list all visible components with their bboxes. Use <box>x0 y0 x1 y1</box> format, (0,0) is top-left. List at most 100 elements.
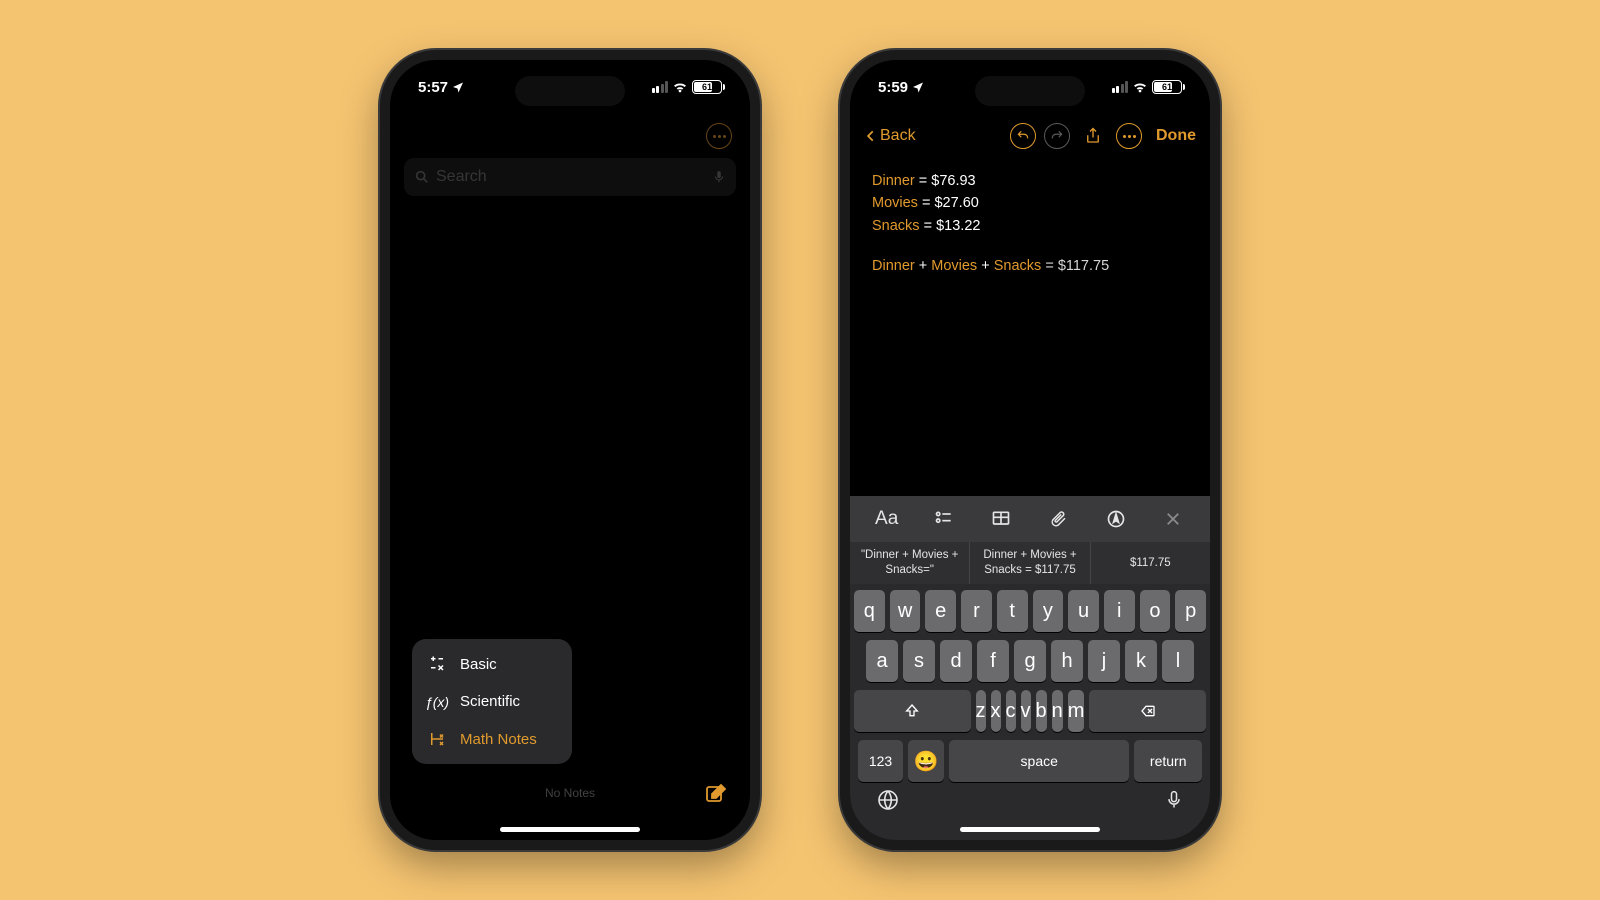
key-q[interactable]: q <box>854 590 885 632</box>
markup-button[interactable] <box>1100 509 1132 529</box>
keyboard: Aa "Dinner + Movies + Snacks=" <box>850 496 1210 840</box>
phone-left: 5:57 61 Sear <box>380 50 760 850</box>
more-options-button[interactable] <box>1116 123 1142 149</box>
menu-basic[interactable]: Basic <box>412 645 572 683</box>
numbers-key[interactable]: 123 <box>858 740 903 782</box>
clock-time: 5:59 <box>878 79 908 96</box>
battery-percent: 61 <box>1162 82 1172 92</box>
note-line: Snacks = $13.22 <box>872 215 1188 237</box>
dictation-key[interactable] <box>1164 788 1184 812</box>
phone-right: 5:59 61 Back <box>840 50 1220 850</box>
ellipsis-icon <box>713 135 726 138</box>
math-notes-icon <box>426 730 448 748</box>
key-e[interactable]: e <box>925 590 956 632</box>
note-content[interactable]: Dinner = $76.93 Movies = $27.60 Snacks =… <box>850 158 1210 290</box>
key-v[interactable]: v <box>1021 690 1031 732</box>
key-n[interactable]: n <box>1052 690 1063 732</box>
chevron-left-icon <box>864 127 878 145</box>
search-placeholder: Search <box>436 168 487 186</box>
key-y[interactable]: y <box>1033 590 1064 632</box>
calculator-mode-menu: Basic ƒ(x) Scientific Math Notes <box>412 639 572 764</box>
key-u[interactable]: u <box>1068 590 1099 632</box>
note-editor-screen: Back Done Dinner = $76.93 Movies = $27.6… <box>850 114 1210 840</box>
key-o[interactable]: o <box>1140 590 1171 632</box>
key-i[interactable]: i <box>1104 590 1135 632</box>
globe-key[interactable] <box>876 788 900 812</box>
key-h[interactable]: h <box>1051 640 1083 682</box>
undo-button[interactable] <box>1010 123 1036 149</box>
battery-percent: 61 <box>702 82 712 92</box>
key-l[interactable]: l <box>1162 640 1194 682</box>
status-left: 5:59 <box>878 79 924 96</box>
key-j[interactable]: j <box>1088 640 1120 682</box>
key-b[interactable]: b <box>1036 690 1047 732</box>
key-m[interactable]: m <box>1068 690 1085 732</box>
backspace-key[interactable] <box>1089 690 1206 732</box>
magnifier-icon <box>414 169 430 185</box>
key-c[interactable]: c <box>1006 690 1016 732</box>
attachment-button[interactable] <box>1043 509 1075 529</box>
home-indicator[interactable] <box>500 827 640 832</box>
suggestion-bar: "Dinner + Movies + Snacks=" Dinner + Mov… <box>850 542 1210 584</box>
note-line: Movies = $27.60 <box>872 192 1188 214</box>
menu-math-notes[interactable]: Math Notes <box>412 720 572 758</box>
status-right: 61 <box>1112 79 1183 95</box>
done-button[interactable]: Done <box>1156 127 1196 145</box>
emoji-key[interactable]: 😀 <box>908 740 944 782</box>
mic-icon[interactable] <box>712 170 726 184</box>
back-button[interactable]: Back <box>864 127 916 145</box>
key-p[interactable]: p <box>1175 590 1206 632</box>
keyboard-footer <box>850 786 1210 812</box>
no-notes-label: No Notes <box>390 786 750 800</box>
text-style-button[interactable]: Aa <box>871 508 903 530</box>
key-rows: qwertyuiop asdfghjkl zxcvbnm 123 😀 space… <box>850 584 1210 786</box>
shift-key[interactable] <box>854 690 971 732</box>
back-label: Back <box>880 127 916 145</box>
checklist-button[interactable] <box>928 509 960 529</box>
suggestion[interactable]: Dinner + Movies + Snacks = $117.75 <box>970 542 1090 584</box>
format-toolbar: Aa <box>850 496 1210 542</box>
signal-icon <box>652 81 669 93</box>
location-arrow-icon <box>452 81 464 93</box>
wifi-icon <box>1132 79 1148 95</box>
close-toolbar-button[interactable] <box>1157 510 1189 528</box>
search-container: Search <box>390 158 750 206</box>
dynamic-island <box>515 76 625 106</box>
key-z[interactable]: z <box>976 690 986 732</box>
key-w[interactable]: w <box>890 590 921 632</box>
share-button[interactable] <box>1078 121 1108 151</box>
status-left: 5:57 <box>418 79 464 96</box>
notes-list-screen: Search No Notes Basic ƒ(x) Scientific <box>390 114 750 840</box>
home-indicator[interactable] <box>960 827 1100 832</box>
space-key[interactable]: space <box>949 740 1129 782</box>
return-key[interactable]: return <box>1134 740 1202 782</box>
top-toolbar <box>390 114 750 158</box>
note-line: Dinner = $76.93 <box>872 170 1188 192</box>
key-f[interactable]: f <box>977 640 1009 682</box>
battery-icon: 61 <box>1152 80 1182 94</box>
menu-scientific-label: Scientific <box>460 693 520 710</box>
key-d[interactable]: d <box>940 640 972 682</box>
editor-toolbar: Back Done <box>850 114 1210 158</box>
menu-scientific[interactable]: ƒ(x) Scientific <box>412 683 572 720</box>
table-button[interactable] <box>985 509 1017 529</box>
suggestion[interactable]: "Dinner + Movies + Snacks=" <box>850 542 970 584</box>
suggestion[interactable]: $117.75 <box>1091 542 1210 584</box>
key-t[interactable]: t <box>997 590 1028 632</box>
menu-basic-label: Basic <box>460 656 497 673</box>
key-a[interactable]: a <box>866 640 898 682</box>
key-k[interactable]: k <box>1125 640 1157 682</box>
function-icon: ƒ(x) <box>426 694 448 710</box>
basic-calc-icon <box>426 655 448 673</box>
signal-icon <box>1112 81 1129 93</box>
clock-time: 5:57 <box>418 79 448 96</box>
compose-button[interactable] <box>704 782 728 806</box>
more-options-button[interactable] <box>706 123 732 149</box>
key-s[interactable]: s <box>903 640 935 682</box>
status-right: 61 <box>652 79 723 95</box>
key-x[interactable]: x <box>991 690 1001 732</box>
key-g[interactable]: g <box>1014 640 1046 682</box>
search-input[interactable]: Search <box>404 158 736 196</box>
redo-button <box>1044 123 1070 149</box>
key-r[interactable]: r <box>961 590 992 632</box>
